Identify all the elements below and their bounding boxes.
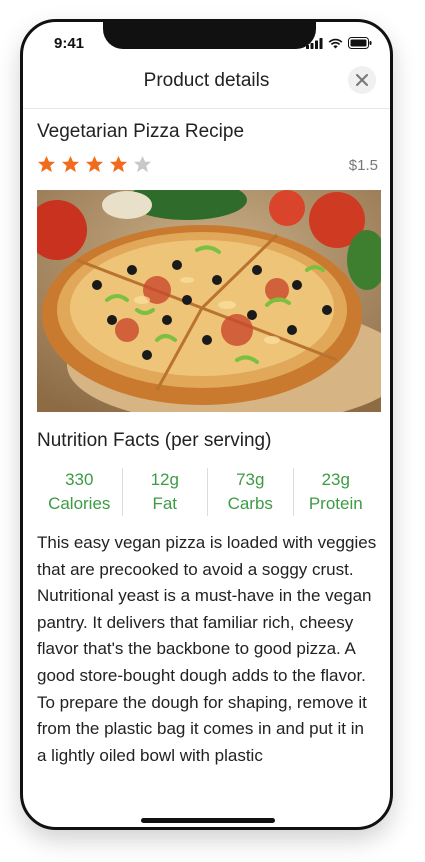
nutrition-value: 23g — [321, 470, 350, 489]
nutrition-fat: 12g Fat — [123, 468, 208, 516]
nutrition-value: 73g — [236, 470, 265, 489]
nutrition-protein: 23g Protein — [294, 468, 379, 516]
nutrition-calories: 330 Calories — [37, 468, 123, 516]
product-price: $1.5 — [348, 157, 378, 174]
star-empty-icon — [133, 155, 152, 173]
content-area: Vegetarian Pizza Recipe $1.5 Nutrition F… — [37, 108, 381, 793]
star-filled-icon — [37, 155, 56, 173]
status-time: 9:41 — [54, 35, 85, 52]
star-filled-icon — [85, 155, 104, 173]
nutrition-carbs: 73g Carbs — [208, 468, 294, 516]
nutrition-label: Protein — [308, 494, 363, 513]
close-icon — [356, 74, 368, 86]
product-title: Vegetarian Pizza Recipe — [37, 121, 245, 142]
nutrition-facts: 330 Calories 12g Fat 73g Carbs 23g Prote… — [37, 468, 378, 516]
battery-icon — [348, 37, 372, 49]
home-indicator[interactable] — [141, 818, 275, 823]
rating-row: $1.5 — [37, 155, 378, 179]
wifi-icon — [328, 38, 343, 48]
device-notch — [103, 22, 316, 49]
phone-frame: 9:41 Product details Vegetarian Pizza Re… — [20, 19, 393, 830]
navigation-bar: Product details — [23, 64, 390, 109]
nutrition-value: 330 — [65, 470, 94, 489]
star-filled-icon — [109, 155, 128, 173]
nutrition-title: Nutrition Facts (per serving) — [37, 430, 272, 451]
nutrition-label: Calories — [48, 494, 111, 513]
pizza-image — [37, 190, 381, 412]
close-button[interactable] — [348, 66, 376, 94]
product-image — [37, 190, 381, 412]
nutrition-label: Carbs — [227, 494, 273, 513]
page-title: Product details — [143, 70, 270, 91]
star-filled-icon — [61, 155, 80, 173]
status-icons — [306, 37, 372, 49]
product-description: This easy vegan pizza is loaded with veg… — [37, 533, 377, 765]
star-rating — [37, 155, 378, 174]
nutrition-label: Fat — [152, 494, 178, 513]
nutrition-value: 12g — [150, 470, 179, 489]
